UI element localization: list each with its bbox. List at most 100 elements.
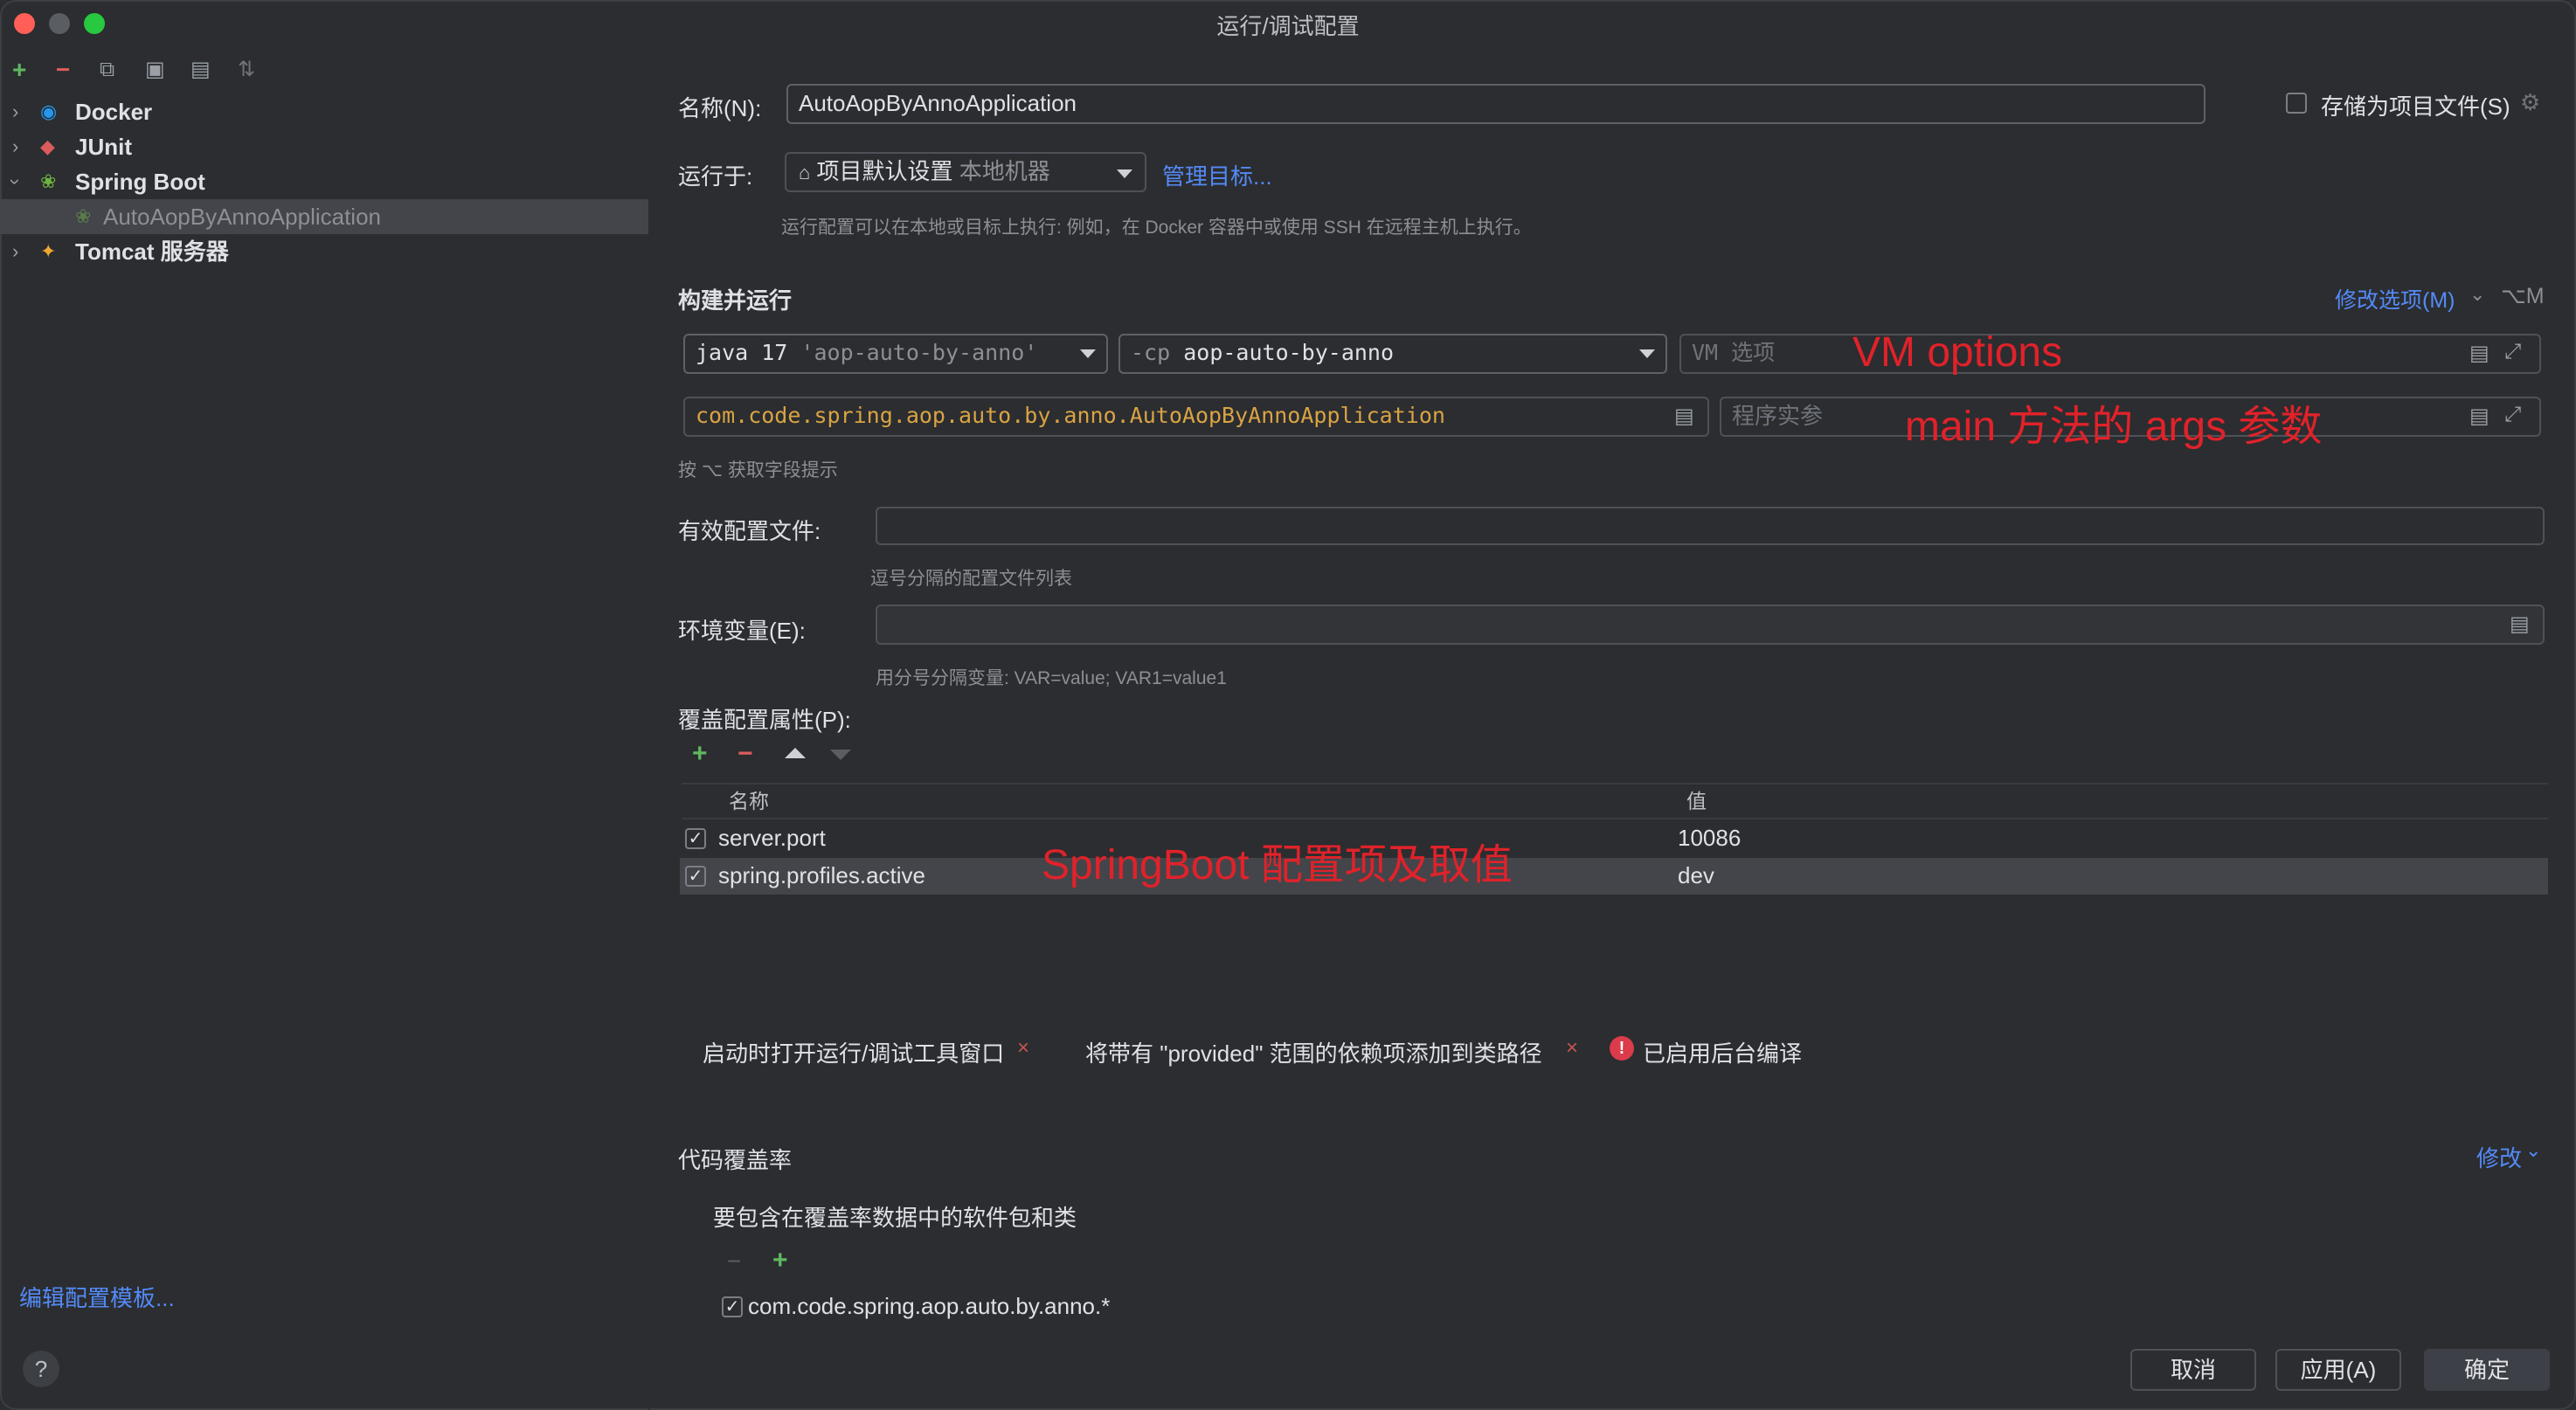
main-class-input[interactable]: com.code.spring.aop.auto.by.anno.AutoAop…: [683, 397, 1709, 437]
table-divider: [682, 783, 2548, 784]
build-run-section-title: 构建并运行: [678, 287, 793, 314]
option-chip-open-tool-window: 启动时打开运行/调试工具窗口: [703, 1040, 1005, 1067]
panel-divider: [648, 49, 650, 1410]
expand-text-icon[interactable]: ▤: [2469, 342, 2489, 365]
gear-icon[interactable]: ⚙: [2520, 91, 2540, 114]
vm-options-input[interactable]: VM 选项: [1679, 334, 2541, 374]
tree-item-label: Docker: [75, 99, 153, 125]
option-chip-background-compile: 已启用后台编译: [1643, 1040, 1803, 1067]
tree-item-label: Spring Boot: [75, 169, 205, 195]
coverage-section-title: 代码覆盖率: [678, 1147, 793, 1173]
java-version-select[interactable]: java 17 'aop-auto-by-anno': [683, 334, 1108, 374]
spring-boot-icon: ❀: [40, 170, 57, 192]
move-down-icon[interactable]: [830, 750, 851, 760]
ok-button[interactable]: 确定: [2424, 1349, 2550, 1391]
cp-prefix: -cp: [1131, 340, 1171, 365]
expand-text-icon[interactable]: ▤: [2469, 405, 2489, 428]
tree-item-junit[interactable]: › ◆ JUnit: [0, 129, 648, 164]
env-vars-input[interactable]: [876, 605, 2545, 645]
coverage-include-label: 要包含在覆盖率数据中的软件包和类: [713, 1205, 1077, 1231]
add-icon[interactable]: +: [12, 58, 26, 82]
property-name: server.port: [718, 825, 826, 851]
chevron-right-icon[interactable]: ›: [12, 129, 18, 164]
remove-icon[interactable]: −: [56, 58, 70, 82]
folder-icon[interactable]: ▤: [190, 58, 211, 82]
run-on-label: 运行于:: [678, 163, 753, 190]
coverage-entry-checkbox[interactable]: ✓: [722, 1296, 743, 1317]
store-as-project-file-label: 存储为项目文件(S): [2321, 93, 2510, 120]
add-icon[interactable]: +: [692, 739, 708, 769]
save-icon[interactable]: ▣: [145, 58, 165, 82]
field-hint: 按 ⌥ 获取字段提示: [678, 460, 838, 480]
chevron-down-icon: [1639, 349, 1655, 358]
row-checkbox[interactable]: ✓: [685, 866, 706, 887]
manage-targets-link[interactable]: 管理目标...: [1162, 159, 1272, 191]
tree-item-spring-boot[interactable]: › ❀ Spring Boot: [0, 164, 648, 199]
tree-item-tomcat[interactable]: › ✦ Tomcat 服务器: [0, 234, 648, 269]
name-input[interactable]: AutoAopByAnnoApplication: [786, 84, 2206, 124]
chevron-down-icon: ⌄: [2525, 1139, 2542, 1161]
tree-item-label: JUnit: [75, 134, 132, 160]
tomcat-icon: ✦: [40, 240, 57, 262]
table-row[interactable]: ✓ server.port 10086: [680, 821, 2548, 856]
run-on-select[interactable]: ⌂ 项目默认设置 本地机器: [785, 152, 1146, 192]
active-profiles-input[interactable]: [876, 507, 2545, 545]
chevron-down-icon: ⌄: [2469, 283, 2486, 305]
env-vars-label: 环境变量(E):: [678, 618, 806, 644]
column-header-name: 名称: [729, 790, 769, 812]
cancel-button[interactable]: 取消: [2130, 1349, 2256, 1391]
active-profiles-hint: 逗号分隔的配置文件列表: [870, 569, 1072, 589]
chevron-right-icon[interactable]: ›: [12, 234, 18, 269]
property-value: 10086: [1678, 825, 1742, 851]
chevron-right-icon[interactable]: ›: [12, 94, 18, 129]
tree-item-autoaopbyannoapplication[interactable]: ❀ AutoAopByAnnoApplication: [0, 199, 648, 234]
store-as-project-file-checkbox[interactable]: [2286, 93, 2307, 114]
help-icon[interactable]: ?: [23, 1351, 59, 1387]
home-icon: ⌂: [799, 162, 811, 183]
modify-options-link[interactable]: 修改选项(M): [2335, 283, 2455, 314]
copy-icon[interactable]: ⧉: [100, 58, 114, 82]
cp-value: aop-auto-by-anno: [1183, 340, 1395, 365]
docker-icon: ◉: [40, 100, 58, 122]
java-select-sub: 'aop-auto-by-anno': [800, 340, 1038, 365]
run-on-hint: 运行配置可以在本地或目标上执行: 例如，在 Docker 容器中或使用 SSH …: [781, 218, 1532, 238]
coverage-modify-link[interactable]: 修改: [2476, 1141, 2522, 1173]
name-label: 名称(N):: [678, 95, 762, 121]
maximize-icon[interactable]: ⤢: [2504, 341, 2521, 363]
table-row[interactable]: ✓ spring.profiles.active dev: [680, 858, 2548, 895]
apply-button[interactable]: 应用(A): [2275, 1349, 2401, 1391]
tree-item-label: AutoAopByAnnoApplication: [103, 204, 382, 230]
close-icon[interactable]: ×: [1017, 1036, 1029, 1061]
close-icon[interactable]: ×: [1566, 1036, 1578, 1061]
move-up-icon[interactable]: [785, 748, 806, 758]
annotation-main-args: main 方法的 args 参数: [1905, 404, 2323, 450]
remove-icon[interactable]: −: [737, 739, 753, 769]
tree-item-label: Tomcat 服务器: [75, 238, 229, 265]
chevron-down-icon[interactable]: ›: [0, 178, 33, 184]
edit-env-icon[interactable]: ▤: [2510, 613, 2530, 636]
property-value: dev: [1678, 862, 1714, 888]
column-header-value: 值: [1686, 790, 1707, 812]
chevron-down-icon: [1117, 169, 1132, 178]
annotation-springboot-props: SpringBoot 配置项及取值: [1042, 842, 1513, 888]
remove-icon[interactable]: −: [727, 1248, 741, 1275]
active-profiles-label: 有效配置文件:: [678, 518, 821, 544]
classpath-module-select[interactable]: -cp aop-auto-by-anno: [1118, 334, 1667, 374]
override-properties-label: 覆盖配置属性(P):: [678, 707, 851, 733]
add-icon[interactable]: +: [772, 1246, 788, 1275]
edit-config-templates-link[interactable]: 编辑配置模板...: [19, 1281, 175, 1313]
spring-app-icon: ❀: [75, 205, 92, 227]
window-title: 运行/调试配置: [1216, 13, 1360, 39]
run-on-sub: 本地机器: [959, 158, 1050, 184]
maximize-icon[interactable]: ⤢: [2504, 404, 2521, 426]
warning-icon: !: [1610, 1036, 1634, 1061]
env-vars-hint: 用分号分隔变量: VAR=value; VAR1=value1: [876, 668, 1227, 688]
run-debug-config-dialog: 运行/调试配置 + − ⧉ ▣ ▤ ⇅ › ◉ Docker › ◆ JUnit…: [0, 0, 2576, 1410]
coverage-entry-pattern: com.code.spring.aop.auto.by.anno.*: [748, 1293, 1111, 1319]
row-checkbox[interactable]: ✓: [685, 828, 706, 849]
sort-icon[interactable]: ⇅: [238, 58, 255, 82]
junit-icon: ◆: [40, 135, 55, 157]
tree-item-docker[interactable]: › ◉ Docker: [0, 94, 648, 129]
table-divider: [682, 818, 2548, 819]
browse-class-icon[interactable]: ▤: [1674, 405, 1694, 428]
